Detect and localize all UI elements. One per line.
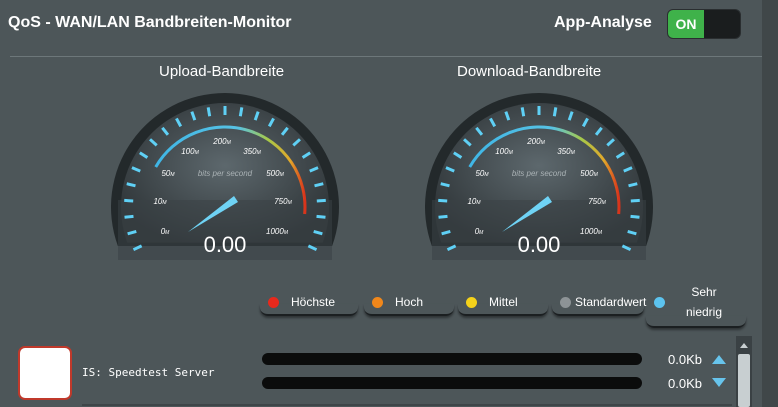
gauge-tick bbox=[316, 214, 326, 219]
header-divider bbox=[10, 56, 762, 57]
download-rate: 0.0Kb bbox=[668, 376, 702, 391]
upload-arrow-icon bbox=[712, 355, 726, 364]
gauge-tick bbox=[630, 214, 640, 219]
header: QoS - WAN/LAN Bandbreiten-Monitor App-An… bbox=[0, 0, 762, 56]
gauge-tick bbox=[124, 198, 134, 203]
legend-very-low-line1: Sehr bbox=[691, 285, 717, 299]
legend-high: Hoch bbox=[364, 288, 454, 316]
gauge-tick bbox=[630, 198, 640, 203]
legend-base bbox=[364, 304, 454, 316]
gauge-unit-text: bits per second bbox=[512, 169, 567, 178]
app-analysis-label: App-Analyse bbox=[554, 14, 652, 31]
legend-base bbox=[458, 304, 548, 316]
legend-base bbox=[260, 304, 358, 316]
gauge-tick bbox=[552, 107, 558, 117]
download-gauge: 0M10M50M100M200M350M500M750M1000Mbits pe… bbox=[425, 92, 653, 260]
legend-default: Standardwert bbox=[552, 288, 646, 316]
gauge-tick bbox=[316, 198, 326, 203]
gauge-tick bbox=[628, 182, 638, 188]
gauge-value: 0.00 bbox=[204, 232, 247, 257]
upload-rate: 0.0Kb bbox=[668, 352, 702, 367]
page-title: QoS - WAN/LAN Bandbreiten-Monitor bbox=[8, 14, 292, 31]
gauge-tick bbox=[206, 107, 212, 117]
download-arrow-icon bbox=[712, 378, 726, 387]
gauge-value: 0.00 bbox=[518, 232, 561, 257]
page-scrollbar[interactable] bbox=[762, 0, 778, 407]
gauge-tick bbox=[520, 107, 526, 117]
gauge-tick bbox=[438, 214, 448, 219]
app-analysis-toggle[interactable]: ON bbox=[667, 9, 741, 39]
legend-medium: Mittel bbox=[458, 288, 548, 316]
download-gauge-title: Download-Bandbreite bbox=[457, 63, 602, 80]
upload-gauge: 0M10M50M100M200M350M500M750M1000Mbits pe… bbox=[110, 92, 339, 260]
scroll-up-icon[interactable] bbox=[740, 343, 748, 348]
app-name: IS: Speedtest Server bbox=[82, 366, 215, 379]
gauge-tick bbox=[238, 107, 244, 117]
legend-highest: Höchste bbox=[260, 288, 358, 316]
legend-base bbox=[552, 304, 644, 316]
legend-very-low: Sehr niedrig bbox=[646, 282, 746, 328]
gauge-tick bbox=[124, 214, 134, 219]
gauge-tick bbox=[314, 182, 324, 188]
upload-traffic-bar bbox=[262, 353, 642, 365]
toggle-on-label: ON bbox=[668, 10, 704, 38]
gauge-tick bbox=[126, 182, 136, 188]
gauge-tick bbox=[440, 182, 450, 188]
scroll-thumb[interactable] bbox=[738, 354, 750, 407]
app-icon[interactable] bbox=[18, 346, 72, 400]
download-traffic-bar bbox=[262, 377, 642, 389]
gauge-unit-text: bits per second bbox=[198, 169, 253, 178]
row-divider bbox=[82, 404, 732, 406]
upload-gauge-title: Upload-Bandbreite bbox=[159, 63, 285, 80]
legend-base bbox=[646, 316, 746, 328]
app-list-row: IS: Speedtest Server bbox=[0, 340, 762, 407]
gauge-tick bbox=[438, 198, 448, 203]
